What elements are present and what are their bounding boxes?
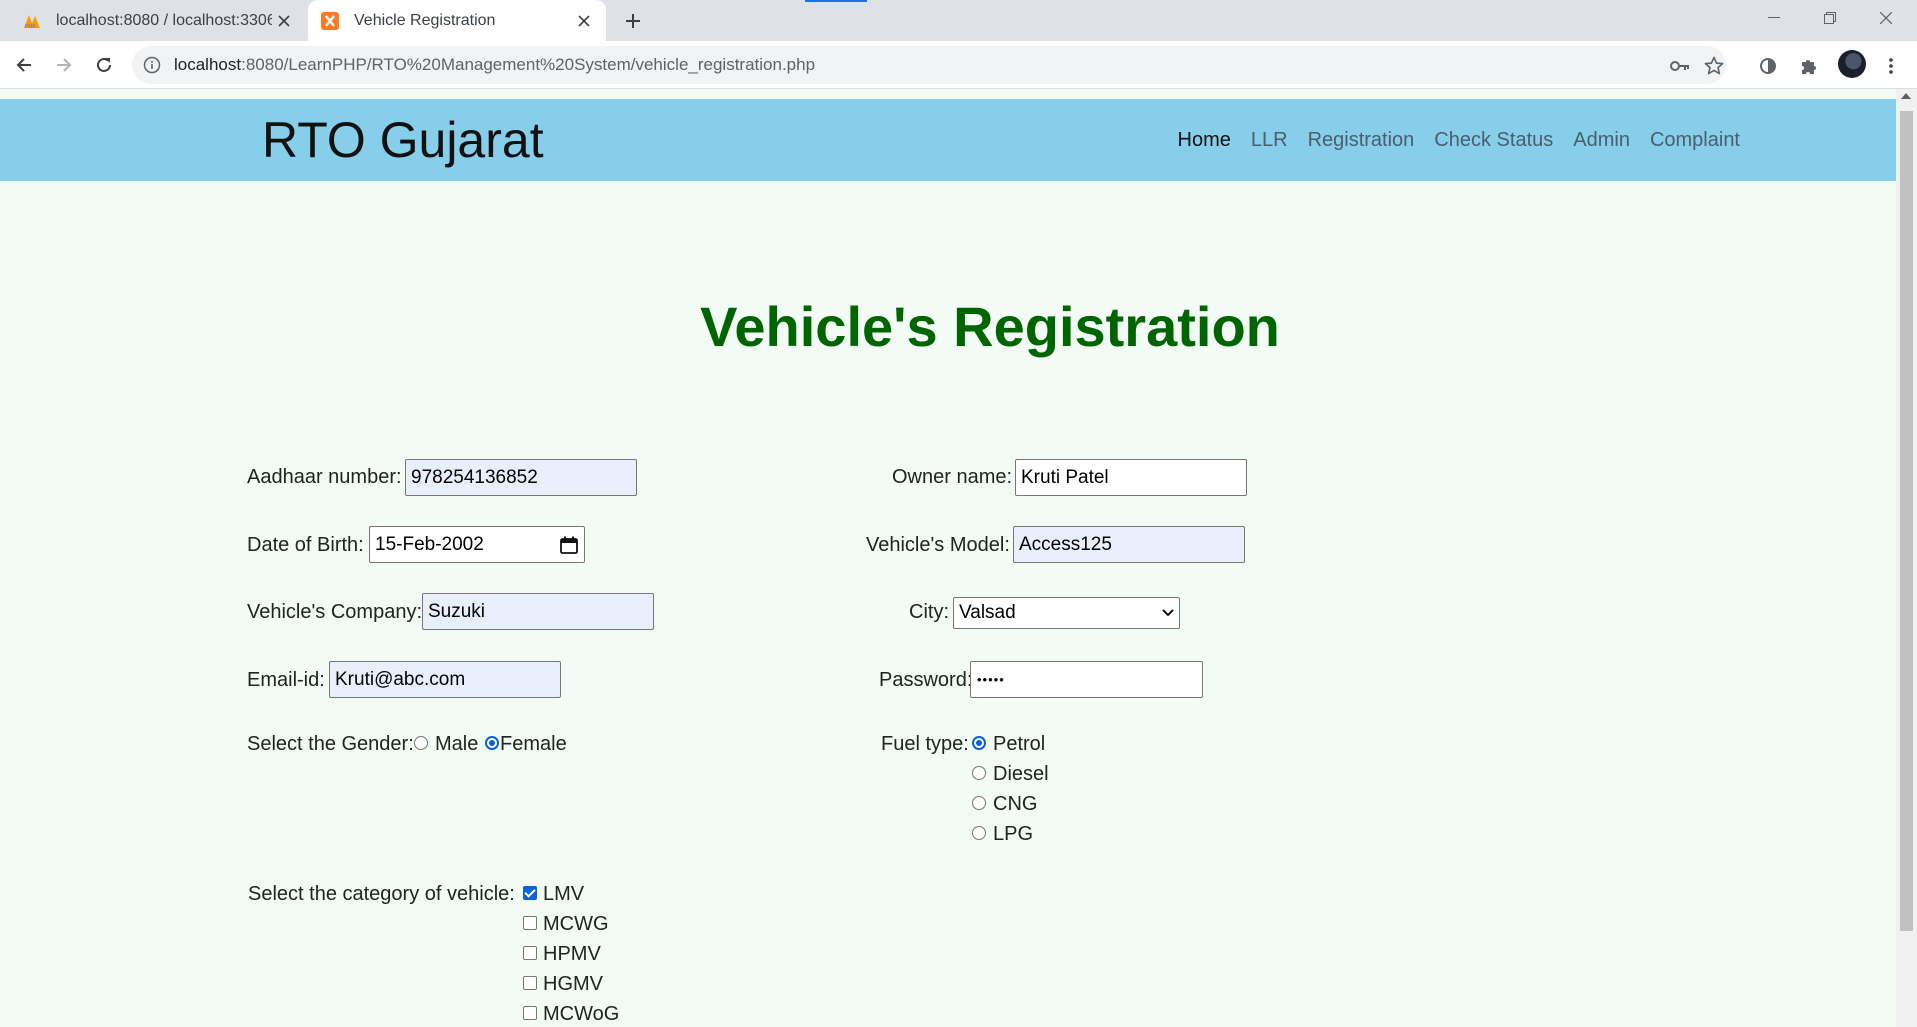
forward-button[interactable] (48, 49, 80, 81)
gender-male-label[interactable]: Male (435, 733, 478, 756)
city-label: City: (909, 601, 949, 623)
category-hpmv-checkbox[interactable] (523, 946, 537, 960)
close-tab-icon[interactable] (572, 9, 596, 33)
fuel-diesel-radio[interactable] (972, 766, 986, 780)
password-input[interactable]: ••••• (970, 661, 1203, 698)
xampp-icon (320, 11, 340, 31)
category-mcwg-label[interactable]: MCWG (543, 913, 609, 936)
minimize-button[interactable] (1746, 0, 1802, 36)
gender-male-radio[interactable] (414, 736, 428, 750)
city-selected-value: Valsad (959, 602, 1016, 623)
category-mcwg-checkbox[interactable] (523, 916, 537, 930)
browser-toolbar: localhost:8080/LearnPHP/RTO%20Management… (0, 41, 1917, 89)
url-text[interactable]: localhost:8080/LearnPHP/RTO%20Management… (174, 46, 815, 84)
gender-female-label[interactable]: Female (500, 733, 567, 756)
tab-phpmyadmin[interactable]: PMA localhost:8080 / localhost:3306 / (10, 0, 306, 41)
vertical-scrollbar[interactable] (1896, 89, 1917, 1027)
key-icon[interactable] (1669, 55, 1691, 77)
tab-title: Vehicle Registration (354, 11, 496, 29)
fuel-type-label: Fuel type: (881, 733, 969, 755)
fuel-petrol-radio[interactable] (972, 736, 986, 750)
fuel-lpg-radio[interactable] (972, 826, 986, 840)
vehicle-company-input[interactable] (422, 593, 654, 630)
category-lmv-checkbox[interactable] (523, 886, 537, 900)
city-select[interactable]: Valsad (953, 597, 1180, 629)
fuel-cng-radio[interactable] (972, 796, 986, 810)
email-label: Email-id: (247, 669, 325, 691)
close-icon (1880, 12, 1892, 24)
password-label: Password: (879, 669, 973, 691)
fuel-petrol-label[interactable]: Petrol (993, 733, 1045, 756)
restore-button[interactable] (1802, 0, 1858, 36)
extension-circle-icon[interactable] (1755, 53, 1781, 79)
nav-admin[interactable]: Admin (1573, 129, 1630, 152)
scroll-up-icon[interactable] (1901, 93, 1911, 99)
fuel-cng-label[interactable]: CNG (993, 793, 1037, 816)
owner-name-input[interactable] (1015, 459, 1247, 496)
calendar-icon[interactable] (559, 535, 579, 555)
fuel-lpg-label[interactable]: LPG (993, 823, 1033, 846)
dob-value: 15-Feb-2002 (375, 533, 484, 555)
address-bar[interactable]: localhost:8080/LearnPHP/RTO%20Management… (132, 46, 1726, 84)
fuel-diesel-label[interactable]: Diesel (993, 763, 1049, 786)
aadhaar-label: Aadhaar number: (247, 466, 402, 488)
arrow-left-icon (16, 58, 31, 72)
new-tab-button[interactable] (618, 6, 648, 36)
page-viewport: RTO Gujarat Home LLR Registration Check … (0, 89, 1896, 1027)
category-lmv-label[interactable]: LMV (543, 883, 584, 906)
nav-home[interactable]: Home (1178, 129, 1231, 152)
category-hpmv-label[interactable]: HPMV (543, 943, 601, 966)
gender-label: Select the Gender: (247, 733, 414, 755)
vehicle-company-label: Vehicle's Company: (247, 601, 423, 623)
close-tab-icon[interactable] (272, 9, 296, 33)
email-input[interactable] (329, 661, 561, 698)
dob-input[interactable]: 15-Feb-2002 (369, 526, 585, 563)
info-icon[interactable] (142, 55, 162, 75)
category-mcwog-checkbox[interactable] (523, 1006, 537, 1020)
svg-text:PMA: PMA (25, 24, 37, 29)
reload-button[interactable] (88, 49, 120, 81)
site-brand[interactable]: RTO Gujarat (262, 99, 544, 181)
vehicle-model-input[interactable] (1013, 526, 1245, 563)
back-button[interactable] (8, 49, 40, 81)
chevron-down-icon (1162, 609, 1174, 617)
nav-registration[interactable]: Registration (1308, 129, 1415, 152)
aadhaar-input[interactable] (405, 459, 637, 496)
dob-label: Date of Birth: (247, 534, 364, 556)
scrollbar-thumb[interactable] (1900, 111, 1913, 931)
page-title: Vehicle's Registration (700, 295, 1280, 358)
star-icon[interactable] (1703, 55, 1725, 77)
tab-search-indicator (805, 0, 867, 2)
profile-avatar[interactable] (1838, 50, 1866, 78)
reload-icon (97, 57, 111, 72)
category-label: Select the category of vehicle: (248, 883, 515, 905)
puzzle-icon[interactable] (1796, 53, 1822, 79)
browser-tab-strip: PMA localhost:8080 / localhost:3306 / Ve… (0, 0, 1917, 41)
tab-title: localhost:8080 / localhost:3306 / (56, 11, 272, 29)
close-window-button[interactable] (1858, 0, 1914, 36)
kebab-menu-icon[interactable] (1878, 53, 1904, 79)
nav-check-status[interactable]: Check Status (1434, 129, 1553, 152)
phpmyadmin-icon: PMA (22, 11, 42, 31)
category-hgmv-checkbox[interactable] (523, 976, 537, 990)
minimize-icon (1768, 17, 1780, 18)
main-nav: Home LLR Registration Check Status Admin… (1178, 99, 1740, 181)
tab-vehicle-registration[interactable]: Vehicle Registration (308, 0, 606, 41)
gender-female-radio[interactable] (485, 736, 499, 750)
category-mcwog-label[interactable]: MCWoG (543, 1003, 619, 1026)
nav-llr[interactable]: LLR (1251, 129, 1288, 152)
arrow-right-icon (57, 58, 72, 72)
category-hgmv-label[interactable]: HGMV (543, 973, 603, 996)
nav-complaint[interactable]: Complaint (1650, 129, 1740, 152)
restore-icon (1824, 12, 1836, 24)
owner-name-label: Owner name: (892, 466, 1013, 488)
vehicle-model-label: Vehicle's Model: (866, 534, 1010, 556)
plus-icon (626, 14, 640, 28)
site-header: RTO Gujarat Home LLR Registration Check … (0, 99, 1896, 181)
